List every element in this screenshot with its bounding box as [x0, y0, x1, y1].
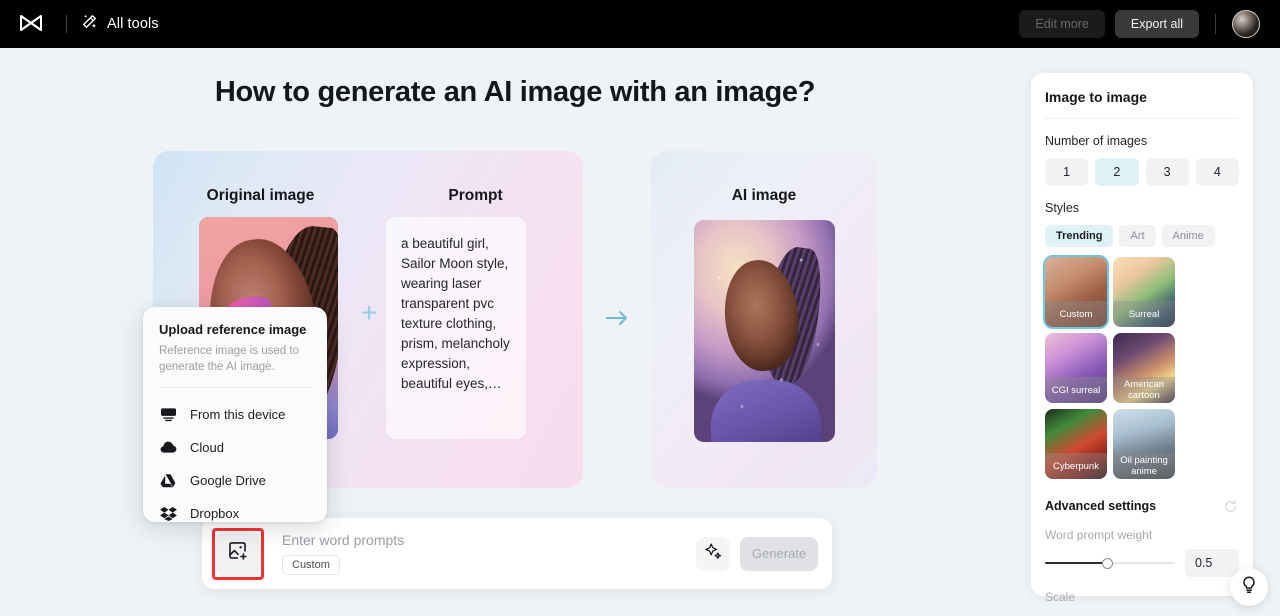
- advanced-settings-label: Advanced settings: [1045, 499, 1157, 513]
- popup-title: Upload reference image: [159, 322, 307, 337]
- all-tools-label: All tools: [107, 16, 159, 32]
- word-prompt-weight-slider[interactable]: [1045, 556, 1175, 570]
- popup-item-label: Google Drive: [190, 473, 266, 488]
- panel-title: Image to image: [1045, 89, 1147, 105]
- page-title: How to generate an AI image with an imag…: [214, 76, 816, 108]
- prompt-column: Prompt a beautiful girl, Sailor Moon sty…: [368, 151, 583, 488]
- topbar-divider: [66, 15, 67, 33]
- capcut-logo-icon[interactable]: [14, 7, 48, 41]
- panel-divider: [1045, 118, 1239, 119]
- popup-subtitle: Reference image is used to generate the …: [159, 345, 299, 373]
- scale-row: 7.5: [1045, 611, 1239, 616]
- lightbulb-icon: [1241, 576, 1257, 599]
- number-of-images-options: 1 2 3 4: [1045, 158, 1239, 186]
- popup-item-from-this-device[interactable]: From this device: [159, 398, 311, 431]
- custom-style-chip[interactable]: Custom: [282, 555, 340, 575]
- popup-item-dropbox[interactable]: Dropbox: [159, 497, 311, 530]
- google-drive-icon: [159, 473, 177, 488]
- style-thumb-oil-painting-anime[interactable]: Oil painting anime: [1113, 409, 1175, 479]
- prompt-input-placeholder: Enter word prompts: [282, 532, 405, 548]
- topbar-actions: Edit more Export all: [1019, 10, 1266, 38]
- popup-divider: [159, 387, 311, 388]
- style-thumb-label: Oil painting anime: [1113, 453, 1175, 479]
- image-add-icon: [227, 540, 249, 567]
- style-thumb-label: Surreal: [1113, 301, 1175, 327]
- cloud-icon: [159, 441, 177, 454]
- word-prompt-weight-value[interactable]: 0.5: [1185, 549, 1239, 577]
- slider-knob[interactable]: [1102, 558, 1114, 569]
- dropbox-icon: [159, 506, 177, 521]
- styles-label: Styles: [1045, 201, 1080, 215]
- popup-item-label: Cloud: [190, 440, 224, 455]
- image-add-button[interactable]: [216, 531, 260, 576]
- ai-image-title: AI image: [731, 187, 797, 204]
- ai-image-thumbnail: [694, 220, 835, 442]
- scale-label: Scale: [1045, 590, 1076, 604]
- style-thumb-cyberpunk[interactable]: Cyberpunk: [1045, 409, 1107, 479]
- topbar-divider-2: [1215, 14, 1216, 34]
- prompt-text-box: a beautiful girl, Sailor Moon style, wea…: [386, 217, 526, 439]
- prompt-text: a beautiful girl, Sailor Moon style, wea…: [401, 236, 510, 391]
- magic-suggest-button[interactable]: [696, 536, 730, 571]
- upload-image-highlight: [212, 527, 264, 580]
- style-thumb-label: Cyberpunk: [1045, 453, 1107, 479]
- scale-value[interactable]: 7.5: [1185, 611, 1239, 616]
- arrow-right-icon: [604, 304, 632, 332]
- style-tab-anime[interactable]: Anime: [1161, 225, 1215, 247]
- style-thumb-label: American cartoon: [1113, 377, 1175, 403]
- sparkles-icon: [704, 542, 723, 566]
- popup-item-cloud[interactable]: Cloud: [159, 431, 311, 464]
- generate-button[interactable]: Generate: [740, 536, 818, 571]
- settings-panel: Image to image Number of images 1 2 3 4 …: [1031, 73, 1253, 616]
- number-option-1[interactable]: 1: [1045, 158, 1089, 186]
- prompt-title: Prompt: [448, 187, 503, 204]
- style-thumb-custom[interactable]: Custom: [1043, 255, 1109, 329]
- plus-icon: +: [360, 297, 378, 328]
- number-option-3[interactable]: 3: [1145, 158, 1189, 186]
- upload-reference-image-popup: Upload reference image Reference image i…: [143, 307, 327, 522]
- app-root: All tools Edit more Export all How to ge…: [0, 0, 1280, 616]
- style-thumbnail-grid: Custom Surreal CGI surreal American cart…: [1043, 255, 1239, 479]
- export-all-button[interactable]: Export all: [1114, 10, 1199, 38]
- word-prompt-weight-label: Word prompt weight: [1045, 528, 1153, 542]
- magic-wand-icon: [81, 13, 98, 35]
- number-of-images-label: Number of images: [1045, 134, 1148, 148]
- advanced-settings-header: Advanced settings: [1045, 497, 1239, 515]
- style-thumb-label: Custom: [1045, 301, 1107, 327]
- style-thumb-surreal[interactable]: Surreal: [1113, 257, 1175, 327]
- popup-item-label: From this device: [190, 407, 286, 422]
- number-option-2[interactable]: 2: [1095, 158, 1139, 186]
- avatar[interactable]: [1232, 10, 1260, 38]
- prompt-input-area[interactable]: Enter word prompts Custom: [282, 532, 696, 575]
- monitor-icon: [159, 407, 177, 422]
- style-thumb-label: CGI surreal: [1045, 377, 1107, 403]
- style-tab-trending[interactable]: Trending: [1045, 225, 1114, 247]
- popup-item-google-drive[interactable]: Google Drive: [159, 464, 311, 497]
- style-tabs: Trending Art Anime: [1045, 225, 1239, 247]
- help-button[interactable]: [1230, 568, 1268, 606]
- style-tab-art[interactable]: Art: [1119, 225, 1156, 247]
- style-thumb-american-cartoon[interactable]: American cartoon: [1113, 333, 1175, 403]
- edit-more-button[interactable]: Edit more: [1019, 10, 1105, 38]
- popup-item-label: Dropbox: [190, 506, 240, 521]
- all-tools-button[interactable]: All tools: [81, 13, 159, 35]
- top-bar: All tools Edit more Export all: [0, 0, 1280, 48]
- original-image-title: Original image: [206, 187, 315, 204]
- style-thumb-cgi-surreal[interactable]: CGI surreal: [1045, 333, 1107, 403]
- word-prompt-weight-row: 0.5: [1045, 549, 1239, 577]
- number-option-4[interactable]: 4: [1195, 158, 1239, 186]
- reset-icon[interactable]: [1221, 497, 1239, 515]
